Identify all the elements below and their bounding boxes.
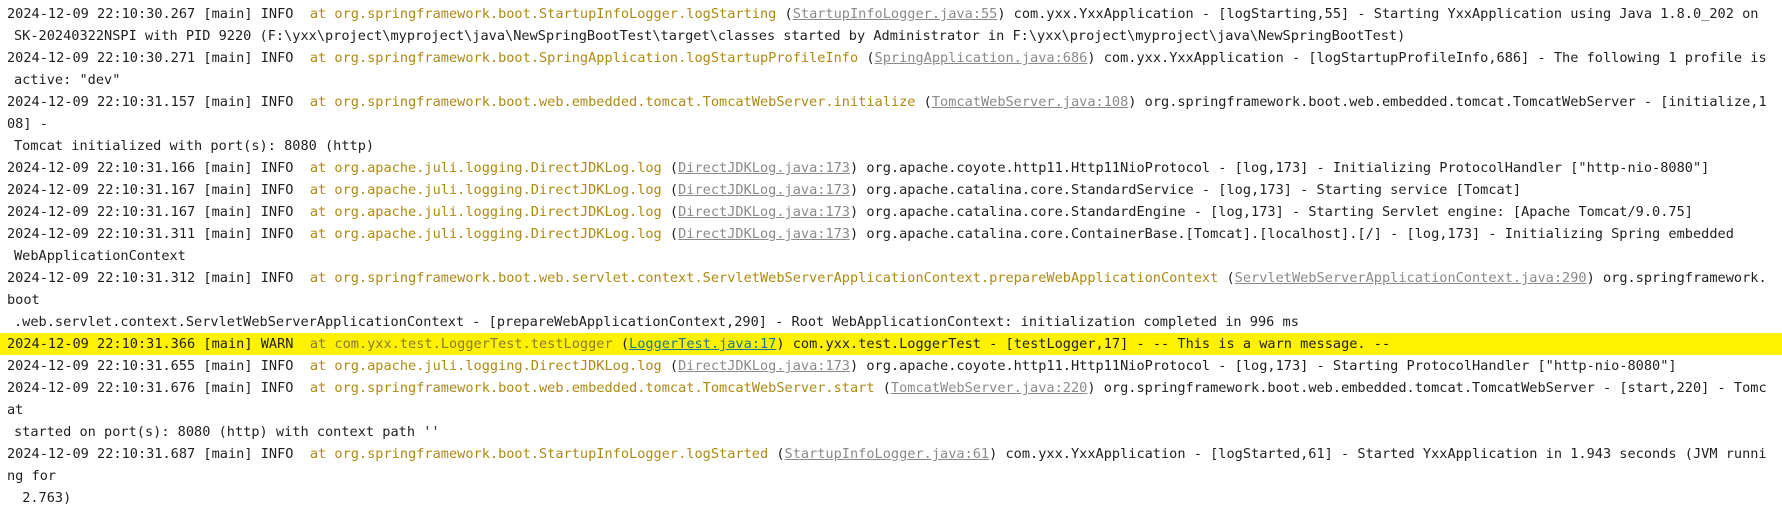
log-entry: 2024-12-09 22:10:30.267 [main] INFO at o… [0,3,1782,47]
log-method-ref: at org.springframework.boot.StartupInfoL… [309,446,769,462]
log-prefix: 2024-12-09 22:10:31.676 [main] INFO [7,380,310,396]
log-method-ref: at org.apache.juli.logging.DirectJDKLog.… [309,160,662,176]
log-message: org.apache.coyote.http11.Http11NioProtoc… [858,358,1677,374]
log-continuation: Tomcat initialized with port(s): 8080 (h… [14,138,375,154]
log-prefix: 2024-12-09 22:10:31.166 [main] INFO [7,160,310,176]
log-method-ref: at com.yxx.test.LoggerTest.testLogger [309,336,613,352]
log-entry: 2024-12-09 22:10:31.676 [main] INFO at o… [0,377,1782,443]
source-link[interactable]: DirectJDKLog.java:173 [678,358,850,374]
log-message: org.apache.catalina.core.StandardService… [858,182,1522,198]
source-link[interactable]: ServletWebServerApplicationContext.java:… [1235,270,1587,286]
log-message: com.yxx.YxxApplication - [logStartupProf… [1095,50,1767,66]
source-link[interactable]: DirectJDKLog.java:173 [678,182,850,198]
source-link[interactable]: DirectJDKLog.java:173 [678,226,850,242]
log-method-ref: at org.apache.juli.logging.DirectJDKLog.… [309,204,662,220]
log-prefix: 2024-12-09 22:10:31.366 [main] WARN [7,336,310,352]
log-entry-warn: 2024-12-09 22:10:31.366 [main] WARN at c… [0,333,1782,355]
source-link[interactable]: StartupInfoLogger.java:55 [793,6,998,22]
source-link[interactable]: TomcatWebServer.java:108 [932,94,1128,110]
source-link[interactable]: StartupInfoLogger.java:61 [785,446,990,462]
source-link[interactable]: LoggerTest.java:17 [629,336,776,352]
log-prefix: 2024-12-09 22:10:31.312 [main] INFO [7,270,310,286]
log-prefix: 2024-12-09 22:10:31.655 [main] INFO [7,358,310,374]
log-message: com.yxx.test.LoggerTest - [testLogger,17… [784,336,1391,352]
log-prefix: 2024-12-09 22:10:31.311 [main] INFO [7,226,310,242]
log-method-ref: at org.springframework.boot.web.embedded… [309,380,875,396]
log-entry: 2024-12-09 22:10:31.167 [main] INFO at o… [7,204,1693,220]
console-output: 2024-12-09 22:10:30.267 [main] INFO at o… [0,3,1782,509]
log-method-ref: at org.springframework.boot.StartupInfoL… [309,6,777,22]
log-prefix: 2024-12-09 22:10:30.267 [main] INFO [7,6,310,22]
log-entry: 2024-12-09 22:10:31.687 [main] INFO at o… [0,443,1782,509]
source-link[interactable]: TomcatWebServer.java:220 [891,380,1087,396]
log-continuation: SK-20240322NSPI with PID 9220 (F:\yxx\pr… [14,28,1406,44]
log-message: org.apache.coyote.http11.Http11NioProtoc… [858,160,1710,176]
log-continuation: .web.servlet.context.ServletWebServerApp… [14,314,1299,330]
source-link[interactable]: DirectJDKLog.java:173 [678,204,850,220]
log-method-ref: at org.apache.juli.logging.DirectJDKLog.… [309,182,662,198]
log-prefix: 2024-12-09 22:10:31.167 [main] INFO [7,182,310,198]
log-entry: 2024-12-09 22:10:31.312 [main] INFO at o… [0,267,1782,333]
log-prefix: 2024-12-09 22:10:30.271 [main] INFO [7,50,310,66]
log-continuation: WebApplicationContext [14,248,186,264]
log-method-ref: at org.springframework.boot.SpringApplic… [309,50,859,66]
log-continuation: 2.763) [14,490,72,506]
log-message: org.apache.catalina.core.StandardEngine … [858,204,1693,220]
log-continuation: started on port(s): 8080 (http) with con… [14,424,440,440]
log-entry: 2024-12-09 22:10:31.311 [main] INFO at o… [0,223,1782,267]
log-method-ref: at org.apache.juli.logging.DirectJDKLog.… [309,358,662,374]
log-method-ref: at org.springframework.boot.web.embedded… [309,94,916,110]
log-continuation: active: "dev" [14,72,121,88]
log-entry: 2024-12-09 22:10:31.655 [main] INFO at o… [7,358,1677,374]
log-entry: 2024-12-09 22:10:30.271 [main] INFO at o… [0,47,1782,91]
log-prefix: 2024-12-09 22:10:31.167 [main] INFO [7,204,310,220]
log-entry: 2024-12-09 22:10:31.167 [main] INFO at o… [7,182,1522,198]
source-link[interactable]: DirectJDKLog.java:173 [678,160,850,176]
log-prefix: 2024-12-09 22:10:31.687 [main] INFO [7,446,310,462]
log-message: org.apache.catalina.core.ContainerBase.[… [858,226,1734,242]
log-entry: 2024-12-09 22:10:31.157 [main] INFO at o… [0,91,1782,157]
log-method-ref: at org.springframework.boot.web.servlet.… [309,270,1219,286]
log-method-ref: at org.apache.juli.logging.DirectJDKLog.… [309,226,662,242]
log-prefix: 2024-12-09 22:10:31.157 [main] INFO [7,94,310,110]
log-entry: 2024-12-09 22:10:31.166 [main] INFO at o… [7,160,1710,176]
log-message: com.yxx.YxxApplication - [logStarting,55… [1005,6,1759,22]
source-link[interactable]: SpringApplication.java:686 [875,50,1088,66]
